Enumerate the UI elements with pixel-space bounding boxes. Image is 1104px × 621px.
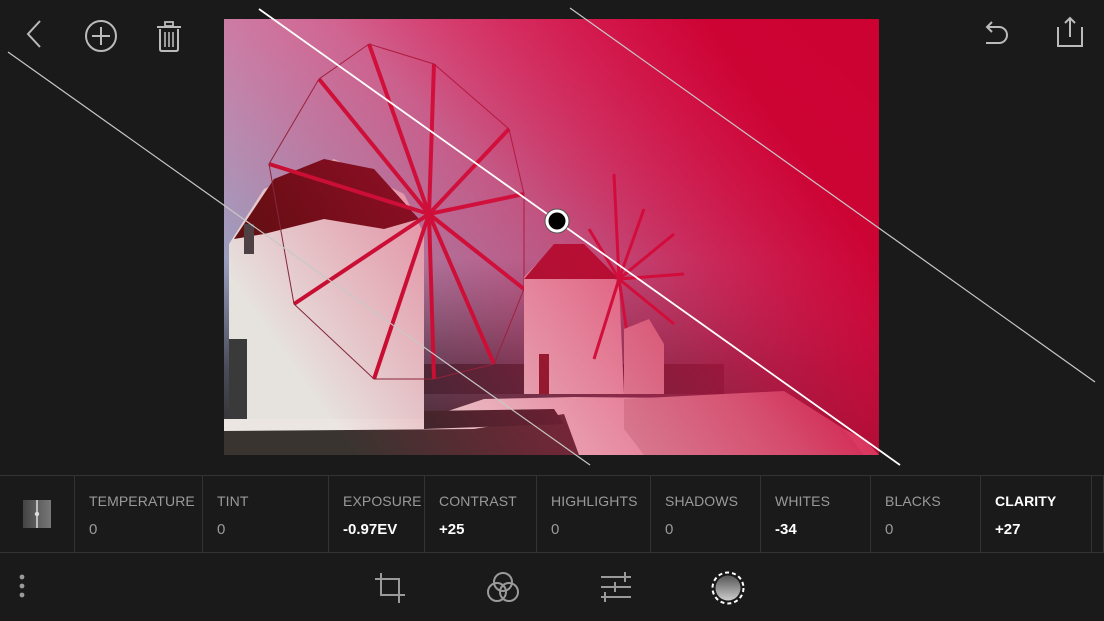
adjustment-value: -0.97EV bbox=[343, 521, 398, 538]
crop-icon bbox=[375, 573, 405, 603]
adjustments-bar: TEMPERATURE 0 TINT 0 EXPOSURE -0.97EV CONTRAST… bbox=[0, 475, 1104, 553]
tool-adjustments-button[interactable] bbox=[597, 570, 635, 604]
adjustment-highlights[interactable]: HIGHLIGHTS 0 bbox=[537, 476, 651, 552]
adjustment-label: BLACKS bbox=[885, 493, 941, 509]
chevron-left-icon bbox=[26, 20, 41, 48]
tool-selective-button[interactable] bbox=[708, 568, 748, 608]
adjustment-overflow-edge bbox=[1092, 476, 1104, 552]
adjustment-label: WHITES bbox=[775, 493, 831, 509]
trash-icon bbox=[157, 21, 181, 52]
sliders-icon bbox=[601, 572, 631, 602]
plus-circle-icon bbox=[85, 20, 117, 52]
adjustment-label: CLARITY bbox=[995, 493, 1057, 509]
adjustment-whites[interactable]: WHITES -34 bbox=[761, 476, 871, 552]
delete-button[interactable] bbox=[152, 17, 186, 55]
adjustment-value: +27 bbox=[995, 521, 1021, 538]
share-button[interactable] bbox=[1052, 14, 1088, 50]
adjustment-value: 0 bbox=[217, 521, 226, 538]
adjustment-value: -34 bbox=[775, 521, 797, 538]
adjustment-label: SHADOWS bbox=[665, 493, 739, 509]
split-view-icon bbox=[23, 500, 51, 528]
gradient-mask-icon bbox=[711, 571, 745, 605]
adjustment-blacks[interactable]: BLACKS 0 bbox=[871, 476, 981, 552]
photo-canvas[interactable] bbox=[224, 19, 879, 455]
back-button[interactable] bbox=[18, 16, 50, 52]
adjustment-temperature[interactable]: TEMPERATURE 0 bbox=[75, 476, 203, 552]
adjustment-tint[interactable]: TINT 0 bbox=[203, 476, 329, 552]
adjustment-label: EXPOSURE bbox=[343, 493, 422, 509]
adjustment-clarity[interactable]: CLARITY +27 bbox=[981, 476, 1092, 552]
adjustment-exposure[interactable]: EXPOSURE -0.97EV bbox=[329, 476, 425, 552]
tool-crop-button[interactable] bbox=[372, 570, 408, 606]
adjustment-value: 0 bbox=[665, 521, 674, 538]
adjustment-value: +25 bbox=[439, 521, 465, 538]
more-vertical-icon bbox=[19, 574, 25, 598]
undo-icon bbox=[985, 21, 1008, 44]
adjustment-label: CONTRAST bbox=[439, 493, 517, 509]
bottom-toolbar bbox=[0, 554, 1104, 621]
adjustment-contrast[interactable]: CONTRAST +25 bbox=[425, 476, 537, 552]
adjustment-value: 0 bbox=[551, 521, 560, 538]
tool-presets-button[interactable] bbox=[484, 568, 522, 606]
share-icon bbox=[1057, 16, 1083, 47]
adjustment-value: 0 bbox=[885, 521, 894, 538]
adjustment-shadows[interactable]: SHADOWS 0 bbox=[651, 476, 761, 552]
photo-image bbox=[224, 19, 879, 455]
adjustment-label: TEMPERATURE bbox=[89, 493, 195, 509]
adjustment-value: 0 bbox=[89, 521, 98, 538]
undo-button[interactable] bbox=[980, 18, 1016, 50]
adjustment-label: TINT bbox=[217, 493, 249, 509]
add-button[interactable] bbox=[82, 17, 120, 55]
color-circles-icon bbox=[487, 572, 519, 602]
more-options-button[interactable] bbox=[10, 570, 34, 602]
adjustment-label: HIGHLIGHTS bbox=[551, 493, 638, 509]
before-after-toggle[interactable] bbox=[0, 476, 75, 552]
